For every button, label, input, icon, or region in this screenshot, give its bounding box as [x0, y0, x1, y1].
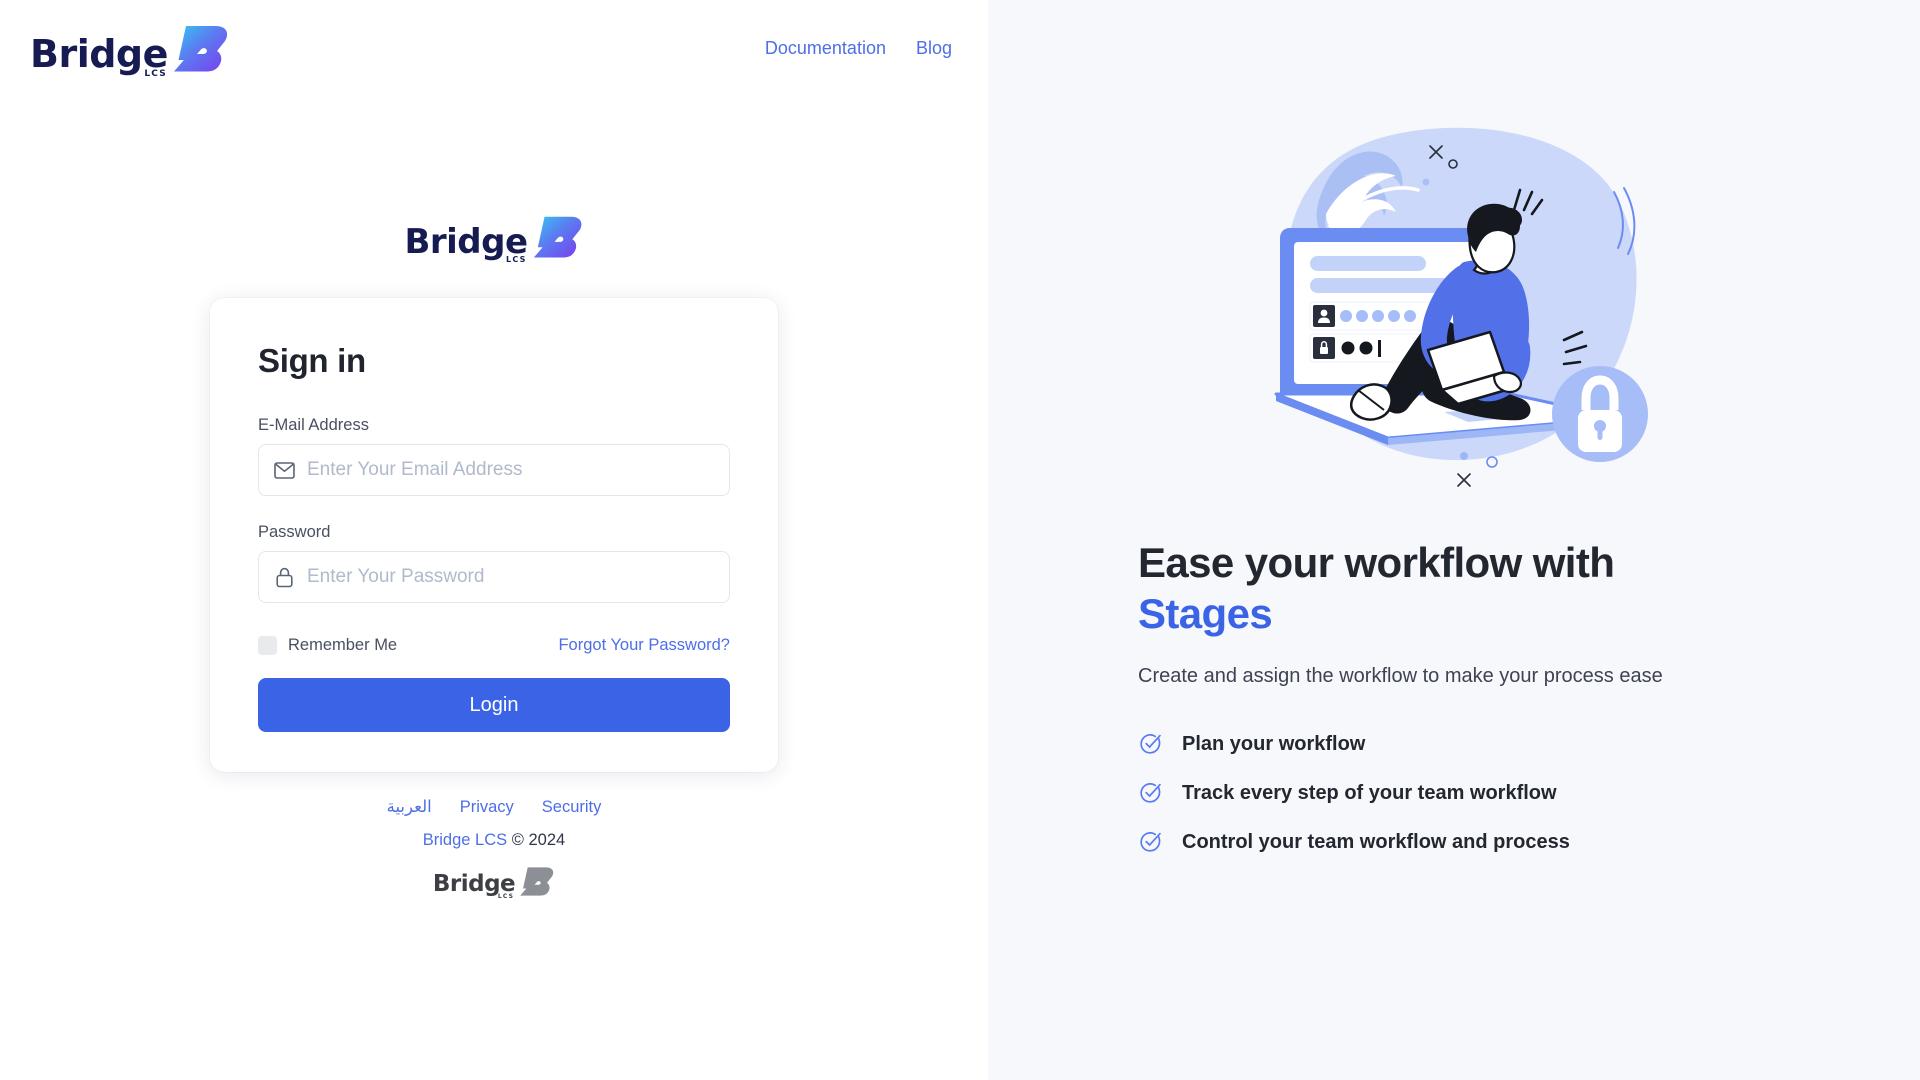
- center-logo-wordmark: Bridge LCS: [404, 225, 528, 264]
- feature-label: Control your team workflow and process: [1182, 830, 1570, 853]
- feature-list: Plan your workflow Track every step of y…: [1138, 732, 1920, 854]
- password-input[interactable]: [307, 552, 715, 602]
- password-input-wrap[interactable]: [258, 551, 730, 603]
- feature-item: Track every step of your team workflow: [1138, 781, 1920, 805]
- remember-me-label: Remember Me: [288, 636, 398, 654]
- copyright-brand-link[interactable]: Bridge LCS: [423, 831, 507, 849]
- feature-item: Control your team workflow and process: [1138, 830, 1920, 854]
- hero-title-accent: Stages: [1138, 590, 1273, 638]
- password-label: Password: [258, 523, 331, 541]
- footer-logo-wordmark: Bridge LCS: [433, 873, 516, 900]
- bridge-lcs-mark-icon: [533, 216, 581, 258]
- footer-logo: Bridge LCS: [433, 866, 555, 900]
- center-logo: Bridge LCS: [404, 215, 583, 264]
- check-circle-icon: [1138, 781, 1162, 805]
- password-field-group: Password: [258, 523, 730, 603]
- options-row: Remember Me Forgot Your Password?: [258, 636, 730, 655]
- email-input[interactable]: [307, 445, 715, 495]
- footer: العربية Privacy Security Bridge LCS © 20…: [387, 797, 602, 900]
- footer-link-security[interactable]: Security: [542, 798, 602, 817]
- footer-link-arabic[interactable]: العربية: [387, 797, 432, 817]
- page-title: Sign in: [258, 342, 366, 379]
- hero-illustration: [1268, 118, 1920, 495]
- hero-subtitle: Create and assign the workflow to make y…: [1138, 665, 1663, 688]
- footer-logo-sub: LCS: [497, 893, 515, 901]
- center-logo-sub: LCS: [506, 255, 527, 265]
- left-panel: Bridge LCS Documentation Blog Bridge LCS…: [0, 0, 988, 1080]
- check-circle-icon: [1138, 830, 1162, 854]
- email-label: E-Mail Address: [258, 416, 369, 434]
- lock-icon: [273, 566, 295, 588]
- copyright-year: © 2024: [507, 831, 566, 849]
- hero-title: Ease your workflow with Stages: [1138, 537, 1798, 639]
- checkbox-box-icon[interactable]: [258, 636, 277, 655]
- login-button[interactable]: Login: [258, 678, 730, 732]
- forgot-password-link[interactable]: Forgot Your Password?: [558, 636, 730, 655]
- hero-title-line1: Ease your workflow with: [1138, 539, 1615, 586]
- footer-link-privacy[interactable]: Privacy: [460, 798, 514, 817]
- feature-item: Plan your workflow: [1138, 732, 1920, 756]
- email-field-group: E-Mail Address: [258, 416, 730, 496]
- remember-me-checkbox[interactable]: Remember Me: [258, 636, 397, 655]
- feature-label: Track every step of your team workflow: [1182, 781, 1557, 804]
- footer-links: العربية Privacy Security: [387, 797, 602, 817]
- person-working-on-laptop-illustration-icon: [1274, 127, 1648, 487]
- feature-label: Plan your workflow: [1182, 732, 1366, 755]
- envelope-icon: [273, 459, 295, 481]
- promo-panel: Ease your workflow with Stages Create an…: [988, 0, 1920, 1080]
- signin-card: Sign in E-Mail Address Pas: [210, 298, 778, 772]
- bridge-lcs-mark-gray-icon: [520, 867, 554, 896]
- email-input-wrap[interactable]: [258, 444, 730, 496]
- left-content: Bridge LCS Sign in E-Mail Address Enter …: [0, 0, 988, 1080]
- check-circle-icon: [1138, 732, 1162, 756]
- login-page: Bridge LCS Documentation Blog Bridge LCS…: [0, 0, 1920, 1080]
- copyright: Bridge LCS © 2024: [423, 831, 565, 850]
